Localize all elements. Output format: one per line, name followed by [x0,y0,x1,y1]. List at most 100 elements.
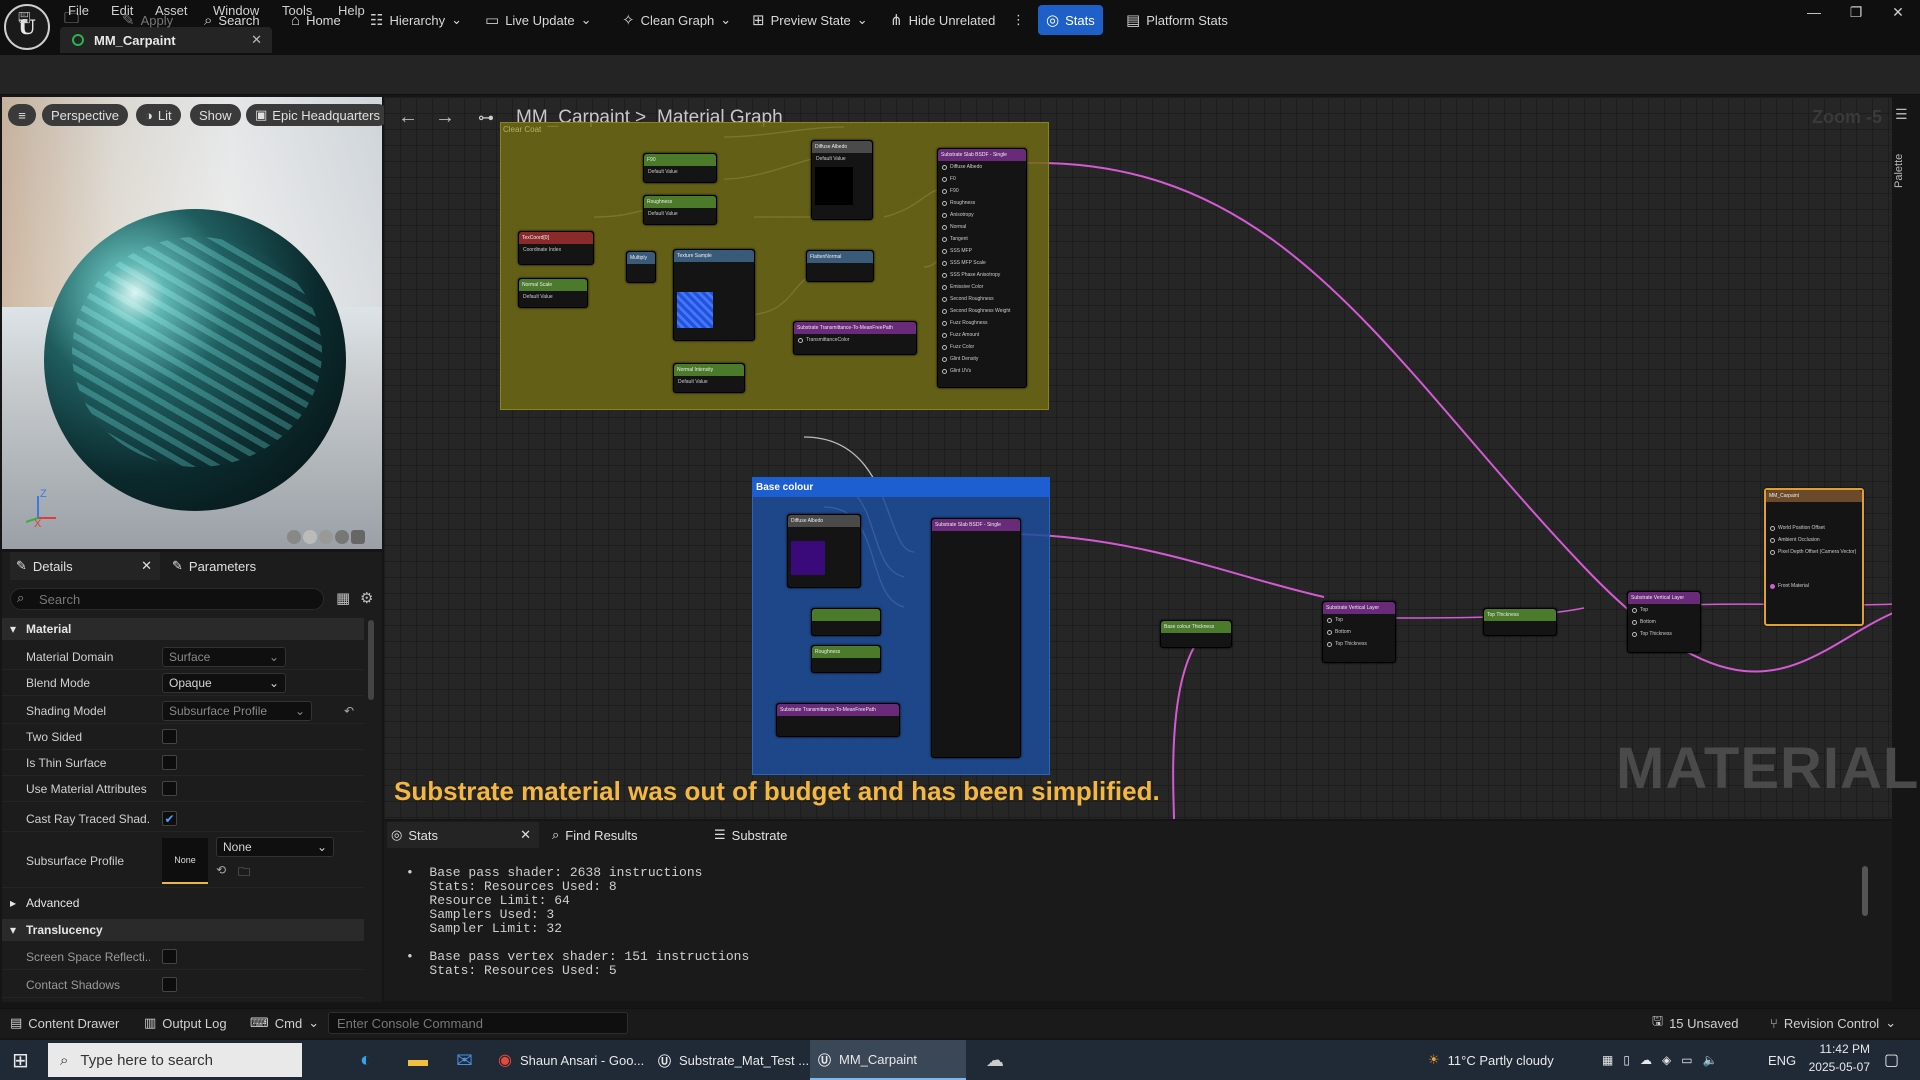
two-sided-checkbox[interactable] [162,729,177,744]
node-vertical-layer-2[interactable]: Substrate Vertical Layer Top Bottom Top Thi… [1627,591,1701,653]
close-tab-icon[interactable]: ✕ [520,827,531,843]
gear-icon[interactable]: ⚙ [360,589,373,607]
slab-pin[interactable]: Fuzz Color [938,341,1026,353]
extra-app-icon[interactable]: ☁ [978,1040,1012,1080]
slab-pin[interactable]: Diffuse Albedo [938,161,1026,173]
table-view-icon[interactable]: ▦ [336,589,350,607]
subsurface-profile-dropdown[interactable]: None ⌄ [216,837,334,857]
notification-icon[interactable]: ▢ [1876,1040,1907,1080]
forward-arrow-icon[interactable]: → [435,106,455,129]
mail-icon[interactable]: ✉ [448,1040,481,1080]
slab-pin[interactable]: Glint Density [938,353,1026,365]
slab-pin[interactable]: Anisotropy [938,209,1026,221]
node-roughness[interactable]: Roughness Default Value [643,195,717,225]
subsurface-profile-thumbnail[interactable]: None [162,837,208,884]
cube-shape-icon[interactable] [335,530,349,544]
sphere-shape-icon[interactable] [303,530,317,544]
taskbar-app-mmcarpaint[interactable]: Ⓤ MM_Carpaint [810,1040,966,1080]
slab-pin[interactable]: Emissive Color [938,281,1026,293]
unsaved-button[interactable]: 🖫 15 Unsaved [1652,1012,1738,1034]
browse-icon[interactable]: 🗀 [238,863,250,884]
weather-widget[interactable]: ☀ 11°C Partly cloudy [1420,1040,1562,1080]
slab-pin[interactable]: Glint UVs [938,365,1026,377]
node-base-diffuse[interactable]: Diffuse Albedo [787,514,861,588]
node-material-output[interactable]: MM_Carpaint World Position Offset Ambien… [1764,488,1864,626]
category-translucency[interactable]: ▾ Translucency [2,919,364,941]
perspective-button[interactable]: Perspective [42,104,128,126]
node-normal-intensity[interactable]: Normal Intensity Default Value [673,363,745,393]
tab-parameters[interactable]: ✎ Parameters [172,552,256,580]
ssr-checkbox[interactable] [162,949,177,964]
node-base-f90[interactable] [811,608,881,636]
browse-button[interactable]: 🗀 [56,5,87,35]
restore-icon[interactable]: ❐ [1833,0,1879,24]
tab-details[interactable]: ✎ Details ✕ [10,552,160,580]
live-update-button[interactable]: ▭ Live Update ⌄ [477,5,599,35]
node-texture-sample[interactable]: Texture Sample [673,249,755,341]
node-slab-base[interactable]: Substrate Slab BSDF - Single [931,518,1021,758]
clean-graph-button[interactable]: ✧ Clean Graph ⌄ [614,5,739,35]
node-texcoord[interactable]: TexCoord[0] Coordinate Index [518,231,594,265]
node-transmittance-top[interactable]: Substrate Transmittance-To-MeanFreePath T… [793,321,917,355]
edge-icon[interactable]: ◐ [352,1040,380,1080]
clock-date[interactable]: 2025-05-07 [1800,1060,1870,1074]
node-base-thickness[interactable]: Base colour Thickness [1160,620,1232,648]
node-base-roughness[interactable]: Roughness [811,645,881,673]
slab-pin[interactable]: Fuzz Roughness [938,317,1026,329]
apply-button[interactable]: ✎ Apply [114,5,181,35]
custom-mesh-icon[interactable] [351,530,365,544]
output-log-button[interactable]: ▥ Output Log [144,1012,227,1034]
home-button[interactable]: ⌂ Home [283,5,349,35]
close-tab-icon[interactable]: ✕ [141,558,152,574]
slab-pin[interactable]: SSS Phase Anisotropy [938,269,1026,281]
revision-control-button[interactable]: ⑂ Revision Control ⌄ [1770,1012,1896,1034]
node-normal-scale[interactable]: Normal Scale Default Value [518,278,588,308]
show-button[interactable]: Show [190,104,241,126]
toolbar-more-icon[interactable]: ⋮ [1004,5,1033,35]
console-input[interactable]: Enter Console Command [328,1012,628,1034]
node-multiply[interactable]: Multiply [626,251,656,283]
node-top-thickness[interactable]: Top Thickness [1483,608,1557,636]
node-vertical-layer-1[interactable]: Substrate Vertical Layer Top Bottom Top Thi… [1322,601,1396,663]
slab-pin[interactable]: Second Roughness Weight [938,305,1026,317]
tab-substrate[interactable]: ☰ Substrate [714,822,787,848]
minimize-icon[interactable]: — [1791,0,1837,24]
platform-stats-button[interactable]: ▤ Platform Stats [1118,5,1236,35]
language-indicator[interactable]: ENG [1760,1040,1804,1080]
cast-ray-checkbox[interactable]: ✔ [162,811,177,826]
hide-unrelated-button[interactable]: ⋔ Hide Unrelated [882,5,1003,35]
tab-stats[interactable]: ◎ Stats ✕ [387,822,539,848]
slab-pin[interactable]: SSS MFP [938,245,1026,257]
slab-pin[interactable]: SSS MFP Scale [938,257,1026,269]
hierarchy-button[interactable]: ☷ Hierarchy ⌄ [362,5,470,35]
preview-state-button[interactable]: ⊞ Preview State ⌄ [744,5,876,35]
taskbar-app-chrome[interactable]: ◉ Shaun Ansari - Goo... [490,1040,652,1080]
slab-pin[interactable]: Fuzz Amount [938,329,1026,341]
use-attrs-checkbox[interactable] [162,781,177,796]
stats-button[interactable]: ◎ Stats [1038,5,1103,35]
preview-viewport[interactable] [2,97,382,549]
system-tray[interactable]: ▦ ▯ ☁ ◈ ▭ 🔈 [1594,1040,1725,1080]
slab-pin[interactable]: Normal [938,221,1026,233]
cylinder-shape-icon[interactable] [287,530,301,544]
details-scrollbar[interactable] [368,620,374,700]
slab-pin[interactable]: F0 [938,173,1026,185]
contact-shadows-checkbox[interactable] [162,977,177,992]
use-selected-icon[interactable]: ⟲ [216,863,226,884]
tab-find-results[interactable]: ⌕ Find Results [552,822,638,848]
content-drawer-button[interactable]: ▤ Content Drawer [10,1012,119,1034]
node-flatten-normal[interactable]: FlattenNormal [806,250,874,282]
palette-menu-icon[interactable]: ☰ [1895,106,1908,123]
slab-pin[interactable]: F90 [938,185,1026,197]
slab-pin[interactable]: Tangent [938,233,1026,245]
save-button[interactable]: 🖫 [10,5,39,35]
clock-time[interactable]: 11:42 PM [1800,1042,1870,1056]
node-slab-top[interactable]: Substrate Slab BSDF - Single Diffuse Alb… [937,148,1027,388]
category-advanced[interactable]: ▸ Advanced [2,892,364,914]
slab-pin[interactable]: Roughness [938,197,1026,209]
node-transmittance-base[interactable]: Substrate Transmittance-To-MeanFreePath [776,703,900,737]
windows-start-icon[interactable]: ⊞ [4,1040,37,1080]
shading-model-dropdown[interactable]: Subsurface Profile ⌄ [162,700,312,721]
blend-mode-dropdown[interactable]: Opaque ⌄ [162,672,286,693]
node-diffuse-albedo[interactable]: Diffuse Albedo Default Value [811,140,873,220]
